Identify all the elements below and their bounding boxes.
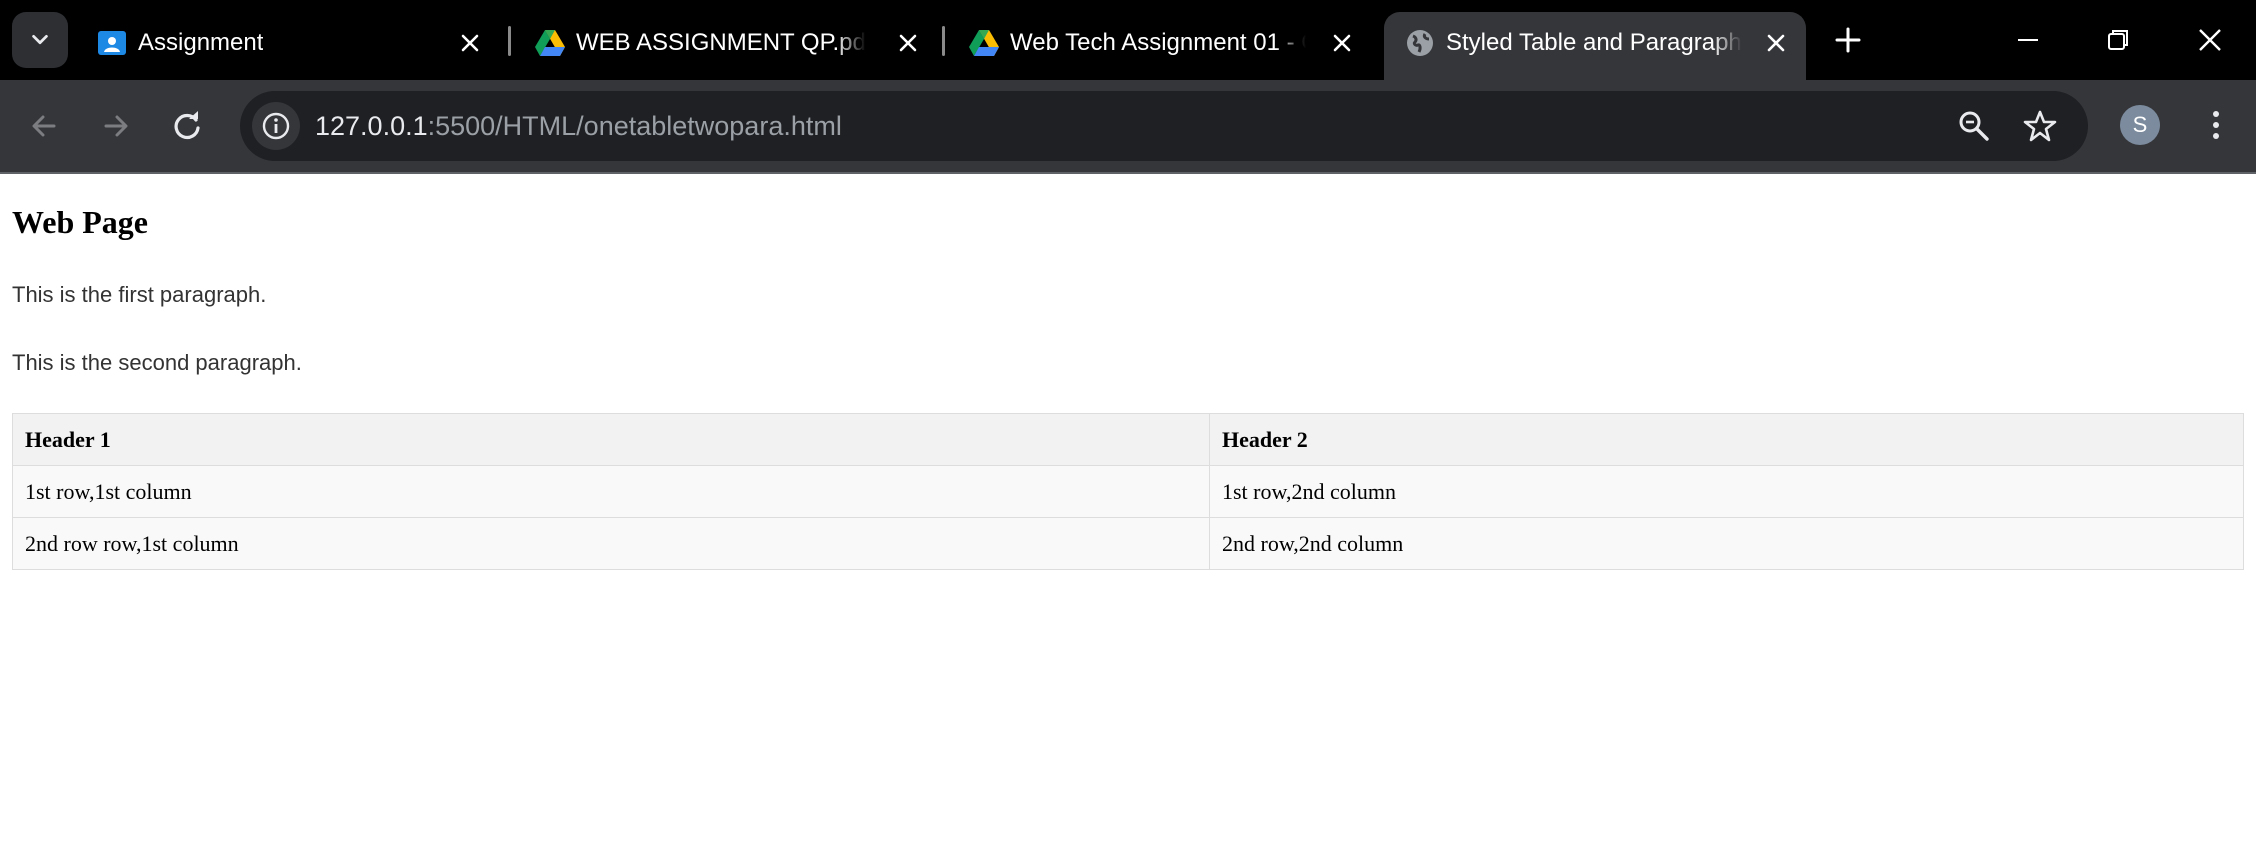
google-classroom-icon — [98, 31, 126, 55]
table-row: 2nd row row,1st column 2nd row,2nd colum… — [12, 517, 2244, 570]
info-icon — [262, 112, 290, 140]
page-heading: Web Page — [12, 204, 148, 240]
google-drive-icon — [969, 30, 999, 56]
address-bar[interactable]: 127.0.0.1:5500/HTML/onetabletwopara.html — [240, 91, 2088, 161]
kebab-menu-icon[interactable] — [2196, 105, 2236, 145]
tab-title: Assignment — [138, 29, 264, 56]
site-info-button[interactable] — [252, 102, 300, 150]
table-cell: 1st row,1st column — [12, 465, 1210, 518]
table-header-row: Header 1 Header 2 — [12, 413, 2244, 466]
tab-separator — [508, 26, 511, 56]
globe-icon — [1407, 30, 1433, 56]
url-text[interactable]: 127.0.0.1:5500/HTML/onetabletwopara.html — [315, 107, 842, 145]
forward-arrow-icon[interactable] — [96, 106, 136, 146]
close-icon[interactable] — [1330, 31, 1354, 55]
url-path: :5500/HTML/onetabletwopara.html — [427, 111, 842, 141]
tab-strip: Assignment WEB ASSIGNMENT QP.pdf - Web T… — [0, 0, 2256, 80]
tab-title: Styled Table and Paragraphs — [1446, 26, 1742, 60]
tab-title: Web Tech Assignment 01 - G — [1010, 26, 1306, 60]
second-paragraph: This is the second paragraph. — [12, 350, 302, 375]
google-drive-icon — [535, 30, 565, 56]
table-cell: 2nd row row,1st column — [12, 517, 1210, 570]
tab-web-tech-assignment[interactable]: Web Tech Assignment 01 - G — [948, 12, 1372, 70]
first-paragraph: This is the first paragraph. — [12, 282, 267, 307]
bookmark-star-icon[interactable] — [2022, 108, 2058, 144]
browser-toolbar: 127.0.0.1:5500/HTML/onetabletwopara.html… — [0, 80, 2256, 172]
tab-separator — [942, 26, 945, 56]
tab-assignment[interactable]: Assignment — [76, 12, 500, 70]
close-icon[interactable] — [458, 31, 482, 55]
data-table: Header 1 Header 2 1st row,1st column 1st… — [12, 413, 2244, 570]
chevron-down-icon — [32, 34, 48, 45]
close-icon[interactable] — [896, 31, 920, 55]
reload-icon[interactable] — [167, 106, 207, 146]
restore-icon[interactable] — [2100, 22, 2136, 58]
close-icon[interactable] — [1764, 31, 1788, 55]
table-row: 1st row,1st column 1st row,2nd column — [12, 465, 2244, 518]
tab-styled-table[interactable]: Styled Table and Paragraphs — [1384, 12, 1806, 80]
table-header-cell: Header 1 — [12, 413, 1210, 466]
tab-search-button[interactable] — [12, 12, 68, 68]
profile-avatar[interactable]: S — [2120, 105, 2160, 145]
back-arrow-icon[interactable] — [24, 106, 64, 146]
zoom-icon[interactable] — [1956, 108, 1992, 144]
tab-title: WEB ASSIGNMENT QP.pdf - — [576, 26, 866, 60]
close-window-icon[interactable] — [2192, 22, 2228, 58]
table-header-cell: Header 2 — [1209, 413, 2244, 466]
url-host: 127.0.0.1 — [315, 111, 428, 141]
minimize-icon[interactable] — [2010, 22, 2046, 58]
table-cell: 1st row,2nd column — [1209, 465, 2244, 518]
tab-web-assignment-qp[interactable]: WEB ASSIGNMENT QP.pdf - — [514, 12, 938, 70]
new-tab-plus-icon[interactable] — [1830, 22, 1866, 58]
table-cell: 2nd row,2nd column — [1209, 517, 2244, 570]
toolbar-divider — [0, 172, 2256, 174]
